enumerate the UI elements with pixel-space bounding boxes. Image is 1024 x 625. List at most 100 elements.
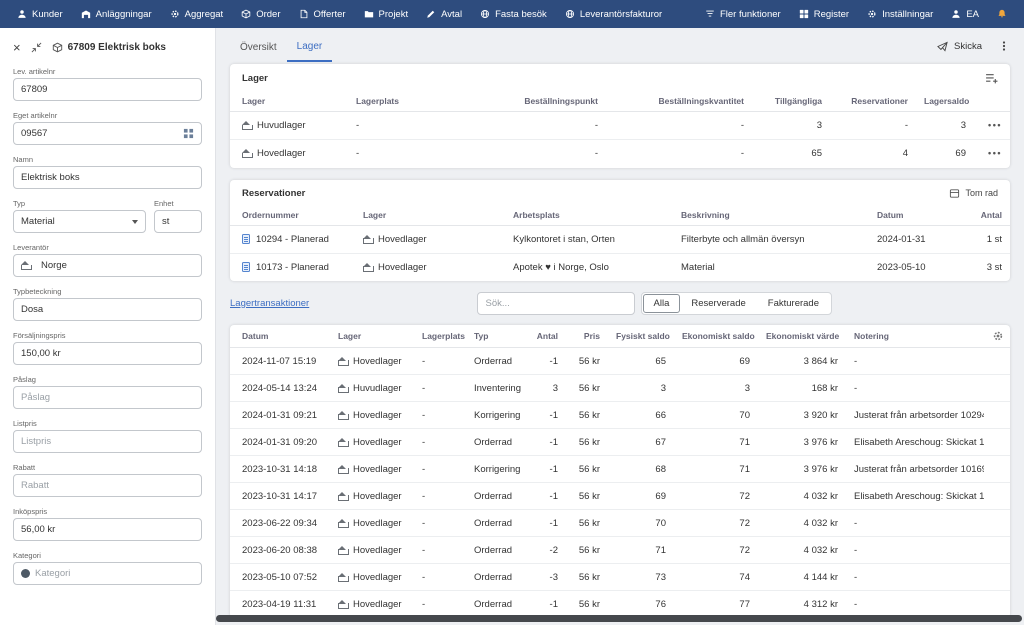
nav-label: Kunder (32, 9, 63, 20)
nav-user[interactable]: EA (942, 0, 988, 28)
row-menu-icon[interactable]: ••• (988, 120, 1002, 130)
warehouse-icon (21, 261, 31, 270)
column-settings-gear-icon[interactable] (992, 330, 1004, 342)
typbeteckning-input[interactable] (13, 298, 202, 321)
transaction-row[interactable]: 2023-06-20 08:38 Hovedlager - Orderrad -… (230, 537, 1010, 564)
transaction-row[interactable]: 2024-11-07 15:19 Hovedlager - Orderrad -… (230, 348, 1010, 375)
building-icon (81, 9, 91, 19)
nav-kunder[interactable]: Kunder (8, 0, 72, 28)
horizontal-scrollbar[interactable] (216, 615, 1022, 622)
chevron-down-icon (132, 220, 138, 224)
rabatt-input[interactable] (13, 474, 202, 497)
nav-order[interactable]: Order (232, 0, 289, 28)
tab-bar: Översikt Lager Skicka (230, 28, 1010, 64)
tom-rad-button[interactable]: Tom rad (949, 188, 998, 199)
field-label: Lev. artikelnr (13, 67, 202, 76)
article-detail-panel: × 67809 Elektrisk boks Lev. artikelnr Eg… (0, 28, 216, 625)
filter-alla[interactable]: Alla (643, 294, 681, 313)
tab-bar-actions: Skicka (937, 40, 1010, 52)
row-menu-icon[interactable]: ••• (988, 148, 1002, 158)
forsaljningspris-input[interactable] (13, 342, 202, 365)
field-label: Listpris (13, 419, 202, 428)
filter-reserverade[interactable]: Reserverade (680, 294, 756, 313)
page-layout: × 67809 Elektrisk boks Lev. artikelnr Eg… (0, 28, 1024, 625)
table-row[interactable]: 10173 - Planerad Hovedlager Apotek ♥ i N… (230, 253, 1010, 281)
nav-installningar[interactable]: Inställningar (858, 0, 942, 28)
nav-fler-funktioner[interactable]: Fler funktioner (696, 0, 790, 28)
table-row[interactable]: Hovedlager - - - 65 4 69 ••• (230, 140, 1010, 168)
transactions-toolbar: Lagertransaktioner Alla Reserverade Fakt… (230, 291, 1010, 315)
nav-leverantorsfakturor[interactable]: Leverantörsfakturor (556, 0, 671, 28)
person-icon (17, 9, 27, 19)
nav-anlaggningar[interactable]: Anläggningar (72, 0, 161, 28)
nav-label: Register (814, 9, 849, 20)
transaction-row[interactable]: 2023-05-10 07:52 Hovedlager - Orderrad -… (230, 564, 1010, 591)
nav-label: EA (966, 9, 979, 20)
send-button[interactable]: Skicka (937, 41, 982, 52)
tab-lager[interactable]: Lager (287, 30, 333, 62)
enhet-input[interactable] (154, 210, 202, 233)
transaction-row[interactable]: 2023-10-31 14:18 Hovedlager - Korrigerin… (230, 456, 1010, 483)
filter-icon (705, 9, 715, 19)
table-row[interactable]: 10294 - Planerad Hovedlager Kylkontoret … (230, 225, 1010, 253)
namn-input[interactable] (13, 166, 202, 189)
document-icon (299, 9, 309, 19)
transaction-row[interactable]: 2024-01-31 09:21 Hovedlager - Korrigerin… (230, 402, 1010, 429)
field-rabatt: Rabatt (13, 463, 202, 497)
warehouse-icon (338, 465, 348, 474)
eget-artikelnr-input[interactable]: 09567 (13, 122, 202, 145)
grid-icon (799, 9, 809, 19)
nav-fasta-besok[interactable]: Fasta besök (471, 0, 556, 28)
inkopspris-input[interactable] (13, 518, 202, 541)
transaction-filter-group: Alla Reserverade Fakturerade (641, 292, 832, 315)
nav-projekt[interactable]: Projekt (355, 0, 418, 28)
kebab-menu-icon[interactable] (998, 40, 1010, 52)
paslag-input[interactable] (13, 386, 202, 409)
transaction-row[interactable]: 2024-05-14 13:24 Huvudlager - Inventerin… (230, 375, 1010, 402)
nav-label: Order (256, 9, 280, 20)
tab-oversikt[interactable]: Översikt (230, 31, 287, 61)
field-label: Rabatt (13, 463, 202, 472)
table-row[interactable]: Huvudlager - - - 3 - 3 ••• (230, 112, 1010, 140)
nav-register[interactable]: Register (790, 0, 858, 28)
category-circle-icon (21, 569, 30, 578)
nav-label: Anläggningar (96, 9, 152, 20)
kategori-input[interactable]: Kategori (13, 562, 202, 585)
lagertransaktioner-link[interactable]: Lagertransaktioner (230, 298, 309, 309)
nav-notifications[interactable] (988, 0, 1016, 28)
warehouse-icon (338, 357, 348, 366)
field-label: Typ (13, 199, 146, 208)
person-icon (951, 9, 961, 19)
transaction-row[interactable]: 2024-01-31 09:20 Hovedlager - Orderrad -… (230, 429, 1010, 456)
transaction-row[interactable]: 2023-10-31 14:17 Hovedlager - Orderrad -… (230, 483, 1010, 510)
nav-label: Fasta besök (495, 9, 547, 20)
nav-label: Leverantörsfakturor (580, 9, 662, 20)
search-input[interactable] (477, 292, 635, 315)
warehouse-icon (338, 492, 348, 501)
lev-artikelnr-input[interactable] (13, 78, 202, 101)
pen-icon (426, 9, 436, 19)
typ-select[interactable]: Material (13, 210, 146, 233)
field-leverantor: Leverantör Norge (13, 243, 202, 277)
collapse-icon[interactable] (31, 42, 42, 53)
gear-icon (170, 9, 180, 19)
scan-icon[interactable] (183, 128, 194, 139)
nav-label: Fler funktioner (720, 9, 781, 20)
leverantor-input[interactable]: Norge (13, 254, 202, 277)
reservationer-card: Reservationer Tom rad Ordernummer Lager … (230, 180, 1010, 282)
order-document-icon (242, 262, 250, 272)
transaction-row[interactable]: 2023-06-22 09:34 Hovedlager - Orderrad -… (230, 510, 1010, 537)
field-label: Påslag (13, 375, 202, 384)
nav-aggregat[interactable]: Aggregat (161, 0, 233, 28)
filter-fakturerade[interactable]: Fakturerade (757, 294, 830, 313)
nav-offerter[interactable]: Offerter (290, 0, 355, 28)
lager-card-header: Lager (230, 64, 1010, 91)
field-typbeteckning: Typbeteckning (13, 287, 202, 321)
transaction-row[interactable]: 2023-04-19 11:31 Hovedlager - Orderrad -… (230, 591, 1010, 618)
close-icon[interactable]: × (13, 41, 21, 54)
add-row-icon[interactable] (985, 72, 998, 85)
listpris-input[interactable] (13, 430, 202, 453)
order-document-icon (242, 234, 250, 244)
nav-avtal[interactable]: Avtal (417, 0, 471, 28)
bell-icon (997, 9, 1007, 19)
